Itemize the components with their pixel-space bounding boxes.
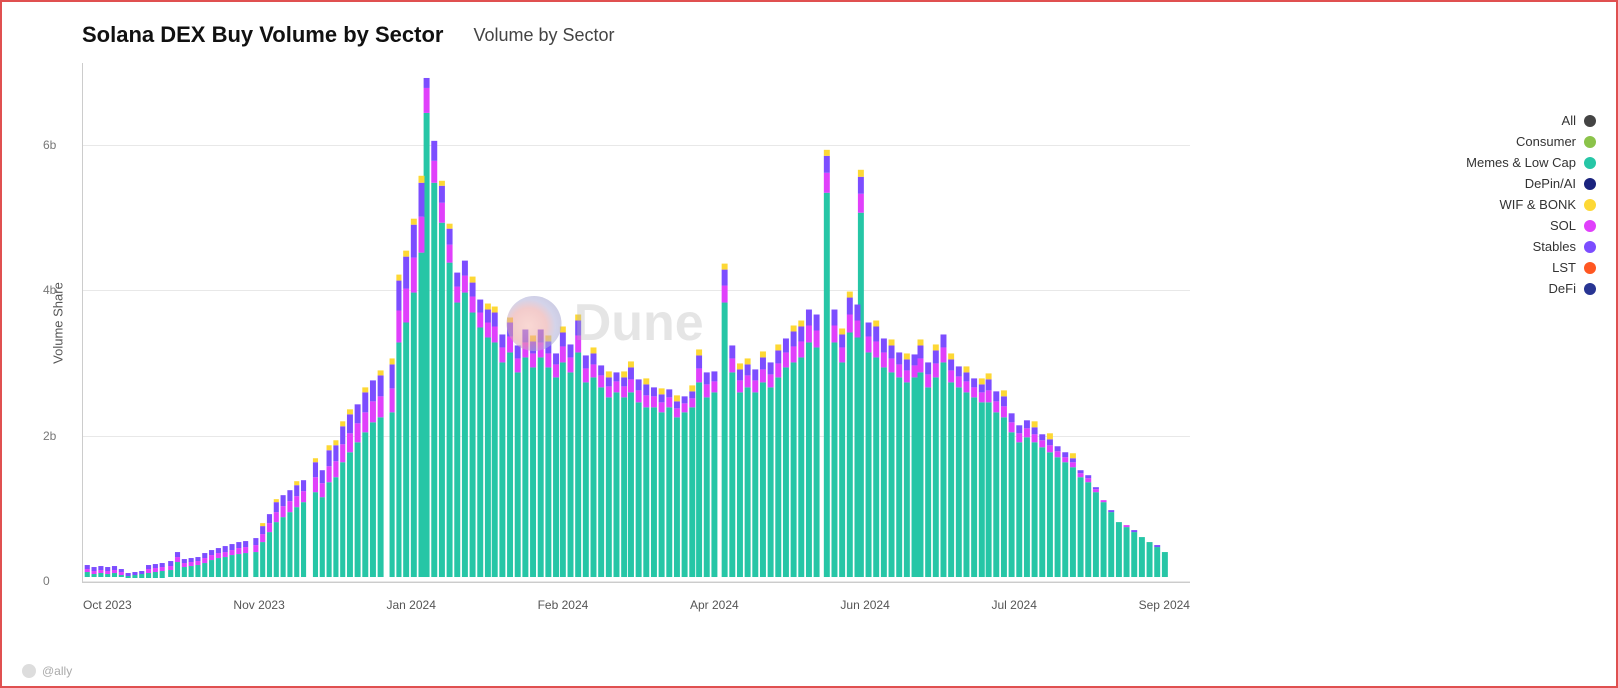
legend-item-lst: LST: [1411, 260, 1596, 275]
bars-svg: [83, 63, 1190, 582]
chart-container: Solana DEX Buy Volume by Sector Volume b…: [0, 0, 1618, 688]
chart-area: 6b 4b 2b 0: [82, 63, 1190, 583]
legend-item-wif: WIF & BONK: [1411, 197, 1596, 212]
x-label-feb2024: Feb 2024: [538, 598, 589, 612]
legend-label-depin: DePin/AI: [1525, 176, 1576, 191]
legend-label-consumer: Consumer: [1516, 134, 1576, 149]
x-label-jul2024: Jul 2024: [992, 598, 1037, 612]
legend-dot-sol: [1584, 220, 1596, 232]
x-label-jun2024: Jun 2024: [840, 598, 889, 612]
legend-label-lst: LST: [1552, 260, 1576, 275]
legend-item-sol: SOL: [1411, 218, 1596, 233]
legend-label-all: All: [1562, 113, 1576, 128]
legend-item-stables: Stables: [1411, 239, 1596, 254]
sub-title: Volume by Sector: [473, 25, 614, 46]
legend-label-defi: DeFi: [1549, 281, 1576, 296]
attribution: @ally: [22, 664, 72, 678]
legend-dot-defi: [1584, 283, 1596, 295]
legend-label-stables: Stables: [1533, 239, 1576, 254]
main-title: Solana DEX Buy Volume by Sector: [82, 22, 443, 48]
legend: All Consumer Memes & Low Cap DePin/AI WI…: [1411, 113, 1596, 296]
x-labels: Oct 2023 Nov 2023 Jan 2024 Feb 2024 Apr …: [83, 598, 1190, 612]
legend-dot-memes: [1584, 157, 1596, 169]
legend-item-depin: DePin/AI: [1411, 176, 1596, 191]
legend-item-consumer: Consumer: [1411, 134, 1596, 149]
legend-item-memes: Memes & Low Cap: [1411, 155, 1596, 170]
legend-dot-consumer: [1584, 136, 1596, 148]
legend-label-wif: WIF & BONK: [1499, 197, 1576, 212]
legend-dot-lst: [1584, 262, 1596, 274]
x-label-sep2024: Sep 2024: [1139, 598, 1190, 612]
x-label-apr2024: Apr 2024: [690, 598, 739, 612]
legend-item-all: All: [1411, 113, 1596, 128]
title-bar: Solana DEX Buy Volume by Sector Volume b…: [82, 22, 1596, 48]
legend-item-defi: DeFi: [1411, 281, 1596, 296]
legend-dot-stables: [1584, 241, 1596, 253]
legend-label-memes: Memes & Low Cap: [1466, 155, 1576, 170]
legend-dot-depin: [1584, 178, 1596, 190]
legend-label-sol: SOL: [1550, 218, 1576, 233]
attribution-avatar: [22, 664, 36, 678]
x-label-jan2024: Jan 2024: [386, 598, 435, 612]
x-label-nov2023: Nov 2023: [233, 598, 284, 612]
x-label-oct2023: Oct 2023: [83, 598, 132, 612]
legend-dot-wif: [1584, 199, 1596, 211]
attribution-text: @ally: [42, 664, 72, 678]
legend-dot-all: [1584, 115, 1596, 127]
